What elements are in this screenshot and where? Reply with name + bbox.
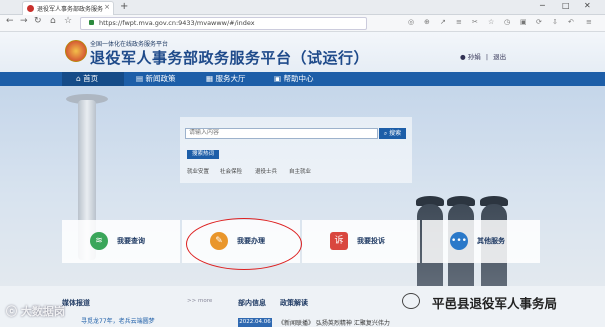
search-button-label: 搜索 <box>389 130 402 137</box>
lock-icon <box>89 20 94 25</box>
card-other-label: 其他服务 <box>477 237 505 245</box>
reload-icon[interactable]: ↻ <box>34 16 42 26</box>
hot-word[interactable]: 就业安置 <box>187 167 209 175</box>
extension-icon[interactable]: ◎ <box>408 18 414 26</box>
site-title: 退役军人事务部政务服务平台（试运行） <box>90 49 370 67</box>
browser-tab[interactable]: 退役军人事务部政务服务平台 × <box>22 1 114 15</box>
window-close-icon[interactable]: ✕ <box>584 1 591 10</box>
media-news-item[interactable]: 寻觅龙77年，老兵云端圆梦 <box>81 316 155 325</box>
user-area: ● 孙娟 | 退出 <box>460 51 506 61</box>
nav-help-center[interactable]: ▣ 帮助中心 <box>274 72 313 86</box>
nav-help-label: 帮助中心 <box>283 74 314 83</box>
menu-icon[interactable]: ≡ <box>586 18 592 26</box>
dept-news-item[interactable]: 《新闻联播》 弘扬英烈精神 汇聚复兴伟力 <box>278 318 390 327</box>
nav-news-policy[interactable]: ▤ 新闻政策 <box>136 72 175 86</box>
url-field[interactable]: https://fwpt.mva.gov.cn:9433/mvawww/#/in… <box>80 17 367 30</box>
home-browser-icon[interactable]: ⌂ <box>50 16 56 26</box>
history-icon[interactable]: ◷ <box>504 18 510 26</box>
more-link[interactable]: >> more <box>187 298 212 304</box>
close-tab-icon[interactable]: × <box>104 3 110 11</box>
media-section-title: 媒体报道 <box>62 299 90 307</box>
new-tab-icon[interactable]: + <box>120 1 128 12</box>
maximize-icon[interactable]: □ <box>562 1 570 10</box>
more-icon: ••• <box>450 232 468 250</box>
screenshot-icon[interactable]: ✂ <box>472 18 478 26</box>
undo-icon[interactable]: ↶ <box>568 18 574 26</box>
watermark-left-text: 大数据岗 <box>20 305 65 318</box>
watermark-left: ⓒ 大数据岗 <box>6 303 65 319</box>
user-icon: ● <box>460 53 466 61</box>
search-input[interactable] <box>185 128 378 139</box>
nav-news-label: 新闻政策 <box>145 74 176 83</box>
download-icon[interactable]: ⇩ <box>552 18 558 26</box>
url-text: https://fwpt.mva.gov.cn:9433/mvawww/#/in… <box>99 19 255 27</box>
hot-word[interactable]: 退役士兵 <box>255 167 277 175</box>
translate-icon[interactable]: ⊕ <box>424 18 430 26</box>
share-icon[interactable]: ↗ <box>440 18 446 26</box>
collections-icon[interactable]: ▣ <box>520 18 527 26</box>
nav-home[interactable]: ⌂ 首页 <box>62 72 124 86</box>
back-icon[interactable]: ← <box>6 16 14 26</box>
nav-service-hall[interactable]: ▦ 服务大厅 <box>206 72 245 86</box>
highlight-ellipse <box>186 218 302 270</box>
minimize-icon[interactable]: ─ <box>540 1 545 10</box>
help-icon: ▣ <box>274 74 282 83</box>
home-icon: ⌂ <box>76 74 81 83</box>
watermark-logo-icon: ⓒ <box>6 305 17 318</box>
grid-icon: ▦ <box>206 74 214 83</box>
policy-tab[interactable]: 政策解读 <box>280 298 308 308</box>
logout-link[interactable]: 退出 <box>493 53 506 61</box>
watermark-right: 平邑县退役军人事务局 <box>402 292 602 311</box>
nav-home-label: 首页 <box>83 74 99 83</box>
star-icon[interactable]: ☆ <box>64 16 72 26</box>
sync-icon[interactable]: ⟳ <box>536 18 542 26</box>
search-button[interactable]: ⌕ 搜索 <box>379 128 406 139</box>
watermark-right-text: 平邑县退役军人事务局 <box>432 296 558 311</box>
news-icon: ▤ <box>136 74 144 83</box>
search-icon: ⌕ <box>383 130 388 137</box>
hot-word[interactable]: 自主就业 <box>289 167 311 175</box>
wechat-logo-icon <box>402 293 420 309</box>
card-other[interactable]: ••• 其他服务 <box>422 220 540 263</box>
card-query-label: 我要查询 <box>117 237 145 245</box>
divider: | <box>485 53 489 61</box>
card-complaint[interactable]: 诉 我要投诉 <box>302 220 420 263</box>
forward-icon[interactable]: → <box>20 16 28 26</box>
user-name[interactable]: 孙娟 <box>468 53 481 61</box>
nav-service-label: 服务大厅 <box>215 74 246 83</box>
national-emblem-icon <box>65 40 87 62</box>
dept-info-tab[interactable]: 部内信息 <box>238 298 266 308</box>
date-badge: 2022.04.06 <box>238 318 272 327</box>
layers-icon: ≋ <box>90 232 108 250</box>
reader-icon[interactable]: ≡ <box>456 18 462 26</box>
complaint-icon: 诉 <box>330 232 348 250</box>
card-complaint-label: 我要投诉 <box>357 237 385 245</box>
tab-title: 退役军人事务部政务服务平台 <box>37 6 103 13</box>
hot-words-label[interactable]: 搜索热词 <box>187 150 219 159</box>
site-favicon-icon <box>27 5 34 12</box>
hot-word[interactable]: 社会保险 <box>220 167 242 175</box>
card-query[interactable]: ≋ 我要查询 <box>62 220 180 263</box>
bookmark-icon[interactable]: ☆ <box>488 18 494 26</box>
